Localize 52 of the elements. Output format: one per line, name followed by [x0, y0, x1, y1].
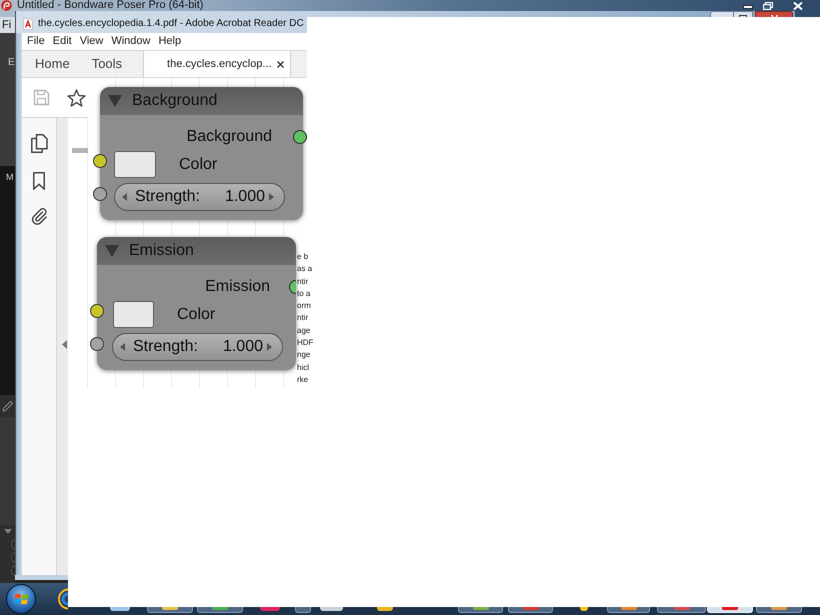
menu-item[interactable]: File [27, 35, 45, 48]
node-card[interactable]: Emission Emission Color Strength: 1.000 [97, 237, 296, 370]
node-card[interactable]: Background Background Color Strength: 1.000 [100, 87, 303, 220]
menu-item[interactable]: Fi [0, 18, 12, 32]
taskbar-button[interactable] [295, 607, 311, 613]
paperclip-icon[interactable] [30, 207, 48, 225]
logo-icon [1, 0, 12, 11]
number-field[interactable]: Strength: 1.000 [114, 183, 285, 211]
color-swatch[interactable] [114, 151, 156, 178]
maximize-button[interactable] [733, 11, 753, 17]
number-field[interactable]: Strength: 1.000 [112, 333, 283, 361]
caret-down-icon[interactable] [4, 528, 12, 534]
menu-item[interactable]: Edit [52, 35, 72, 48]
color-swatch[interactable] [113, 301, 154, 328]
tab[interactable]: the.cycles.encyclop... [143, 51, 291, 77]
left-arrow-icon[interactable] [120, 343, 125, 351]
input-label: Color [177, 306, 216, 324]
close-icon[interactable] [276, 60, 284, 68]
right-arrow-icon[interactable] [267, 343, 272, 351]
pages-icon[interactable] [30, 134, 48, 153]
start-button[interactable] [6, 584, 36, 614]
right-arrow-icon[interactable] [269, 193, 274, 201]
window-title: Untitled - Bondware Poser Pro (64-bit) [17, 0, 204, 11]
panel-label: E [8, 57, 15, 68]
menu-item[interactable]: Help [158, 35, 182, 48]
close-button[interactable] [755, 11, 793, 17]
star-icon[interactable] [67, 88, 86, 106]
menu-item[interactable]: Window [111, 35, 150, 48]
tab[interactable]: Tools [92, 51, 122, 77]
taskbar-button[interactable] [147, 607, 193, 613]
text-fragment: e b as a ntir to a orm ntir age HDF nge hicl rke [297, 251, 314, 386]
node-title: Background [132, 92, 218, 110]
tab[interactable]: Home [35, 51, 70, 77]
input-label: Color [179, 156, 218, 174]
viewport-label: M [6, 172, 14, 182]
socket-label: Background [186, 128, 272, 146]
socket-label: Emission [205, 278, 270, 296]
minimize-icon[interactable] [743, 2, 753, 9]
bookmark-icon[interactable] [33, 172, 45, 190]
flag-icon [14, 592, 28, 606]
pencil-icon[interactable] [2, 400, 14, 412]
app-icon[interactable] [377, 607, 393, 611]
left-arrow-icon[interactable] [122, 193, 127, 201]
app-icon[interactable] [320, 607, 343, 611]
ring-icon[interactable] [58, 588, 68, 610]
pdf-icon [23, 18, 33, 30]
menu-item[interactable]: View [80, 35, 104, 48]
app-icon[interactable] [110, 607, 130, 611]
window-title: the.cycles.encyclopedia.1.4.pdf - Adobe Acrobat Reader DC [38, 18, 304, 30]
app-icon[interactable] [580, 607, 588, 611]
bar-mark [72, 148, 88, 153]
node-title: Emission [129, 242, 194, 260]
